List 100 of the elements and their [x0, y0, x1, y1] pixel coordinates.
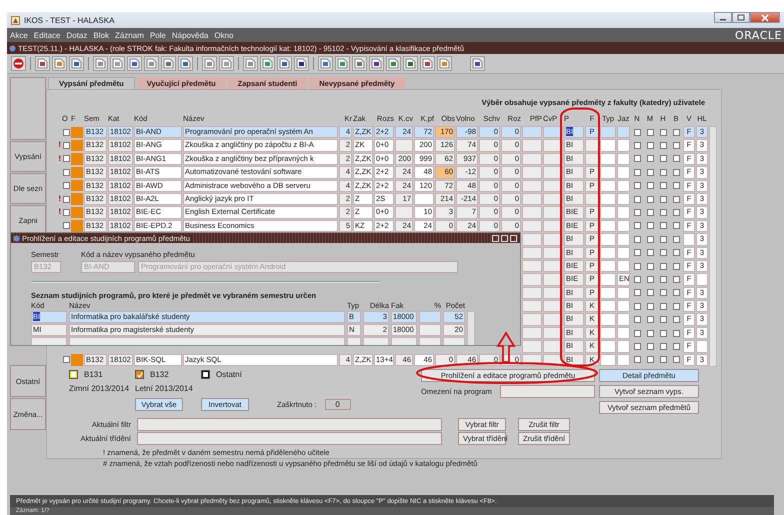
menu-item[interactable]: Akce	[10, 30, 28, 40]
checkbox[interactable]	[672, 196, 680, 203]
checkbox[interactable]	[634, 168, 640, 176]
checkbox[interactable]	[672, 316, 680, 324]
checkbox[interactable]	[634, 155, 640, 162]
scrollbar[interactable]	[467, 311, 475, 345]
toolbar-button[interactable]	[161, 56, 176, 71]
checkbox[interactable]	[634, 302, 640, 310]
toolbar-button[interactable]	[369, 56, 384, 71]
legend-checkbox[interactable]	[69, 370, 78, 380]
stop-button[interactable]	[11, 56, 26, 71]
checkbox[interactable]	[672, 182, 680, 190]
checkbox[interactable]	[646, 356, 654, 364]
toolbar-button[interactable]	[178, 56, 193, 71]
checkbox[interactable]	[634, 222, 640, 230]
checkbox[interactable]	[646, 196, 654, 203]
checkbox[interactable]	[660, 168, 666, 176]
checkbox[interactable]	[634, 289, 640, 296]
checkbox[interactable]	[660, 155, 666, 162]
checkbox[interactable]	[62, 168, 70, 176]
checkbox[interactable]	[646, 155, 654, 162]
checkbox[interactable]	[660, 196, 666, 203]
toolbar-button[interactable]	[470, 56, 485, 71]
legend-checkbox[interactable]	[201, 370, 210, 380]
toolbar-button[interactable]	[294, 56, 309, 71]
checkbox[interactable]	[634, 276, 640, 283]
checkbox[interactable]	[646, 289, 654, 296]
menu-item[interactable]: Záznam	[114, 30, 144, 40]
checkbox[interactable]	[672, 289, 680, 296]
menu-item[interactable]: Dotaz	[66, 30, 88, 40]
checkbox[interactable]	[660, 330, 666, 337]
checkbox[interactable]	[634, 330, 640, 337]
toolbar-button[interactable]	[352, 56, 367, 71]
program-filter-field[interactable]	[500, 385, 595, 398]
checkbox[interactable]	[634, 342, 640, 350]
checkbox[interactable]	[672, 262, 680, 270]
legend-checkbox[interactable]	[135, 370, 144, 380]
checkbox[interactable]	[634, 209, 640, 216]
checkbox[interactable]	[646, 302, 654, 310]
minimize-button[interactable]	[714, 12, 732, 23]
toolbar-button[interactable]	[277, 56, 292, 71]
checkbox[interactable]	[634, 316, 640, 324]
toolbar-button[interactable]	[35, 56, 50, 71]
checkbox[interactable]	[660, 236, 666, 243]
checkbox[interactable]	[646, 316, 654, 324]
menu-item[interactable]: Nápověda	[172, 30, 208, 40]
menu-item[interactable]: Pole	[150, 30, 166, 40]
checkbox[interactable]	[62, 196, 70, 203]
checkbox[interactable]	[646, 222, 654, 230]
menu-item[interactable]: Okno	[214, 30, 234, 40]
checkbox[interactable]	[660, 302, 666, 310]
toolbar-button[interactable]	[69, 56, 84, 71]
close-button[interactable]	[750, 12, 780, 23]
checkbox[interactable]	[660, 289, 666, 296]
scrollbar[interactable]	[709, 126, 717, 368]
checkbox[interactable]	[660, 222, 666, 230]
checkbox[interactable]	[672, 276, 680, 283]
checkbox[interactable]	[646, 276, 654, 283]
checkbox[interactable]	[62, 209, 70, 216]
checkbox[interactable]	[634, 356, 640, 364]
checkbox[interactable]	[672, 342, 680, 350]
checkbox[interactable]	[660, 182, 666, 190]
checkbox[interactable]	[660, 276, 666, 283]
toolbar-button[interactable]	[127, 56, 142, 71]
checkbox[interactable]	[634, 128, 640, 136]
checkbox[interactable]	[634, 236, 640, 243]
maximize-button[interactable]	[732, 12, 750, 23]
checkbox[interactable]	[62, 182, 70, 190]
checkbox[interactable]	[646, 168, 654, 176]
checkbox[interactable]	[660, 142, 666, 150]
checkbox[interactable]	[660, 262, 666, 270]
checkbox[interactable]	[660, 316, 666, 324]
checkbox[interactable]	[672, 142, 680, 150]
checkbox[interactable]	[634, 262, 640, 270]
checkbox[interactable]	[672, 330, 680, 337]
checkbox[interactable]	[646, 249, 654, 256]
menu-item[interactable]: Blok	[93, 30, 109, 40]
checkbox[interactable]	[672, 222, 680, 230]
toolbar-button[interactable]	[420, 56, 435, 71]
checkbox[interactable]	[646, 330, 654, 337]
checkbox[interactable]	[672, 155, 680, 162]
checkbox[interactable]	[646, 262, 654, 270]
menu-item[interactable]: Editace	[34, 30, 60, 40]
checkbox[interactable]	[672, 249, 680, 256]
checkbox[interactable]	[660, 249, 666, 256]
checkbox[interactable]	[646, 236, 654, 243]
restore-button[interactable]	[492, 234, 499, 242]
checkbox[interactable]	[672, 302, 680, 310]
checkbox[interactable]	[660, 128, 666, 136]
checkbox[interactable]	[672, 356, 680, 364]
checkbox[interactable]	[62, 356, 70, 364]
checkbox[interactable]	[646, 142, 654, 150]
checkbox[interactable]	[62, 128, 70, 136]
checkbox[interactable]	[634, 142, 640, 150]
sort-field[interactable]	[137, 432, 442, 446]
filter-field[interactable]	[137, 418, 442, 432]
checkbox[interactable]	[660, 209, 666, 216]
checkbox[interactable]	[646, 128, 654, 136]
checkbox[interactable]	[660, 342, 666, 350]
checkbox[interactable]	[672, 209, 680, 216]
